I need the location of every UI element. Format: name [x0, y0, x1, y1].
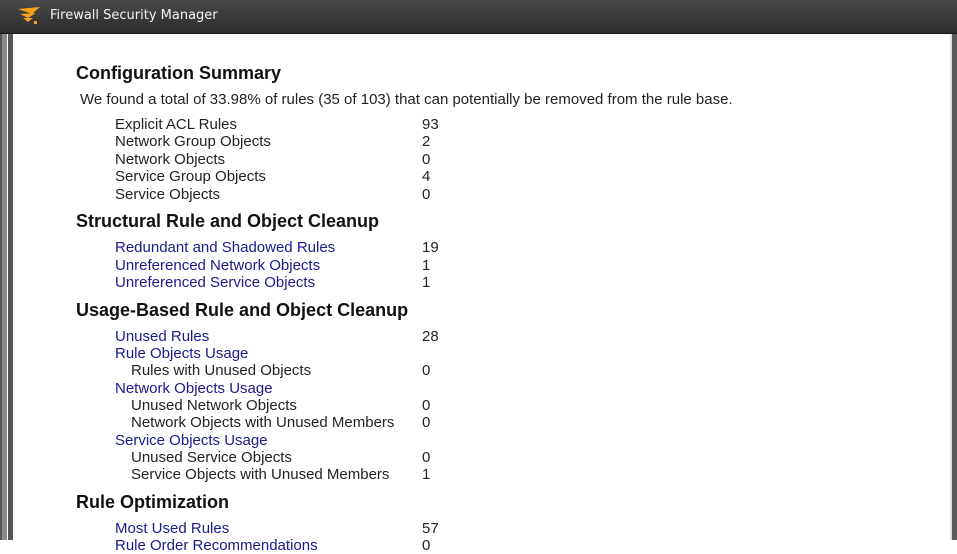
redundant-shadowed-rules-link[interactable]: Redundant and Shadowed Rules [115, 239, 335, 256]
structural-heading: Structural Rule and Object Cleanup [76, 211, 380, 231]
summary-text: We found a total of 33.98% of rules (35 … [80, 91, 733, 108]
config-summary-heading: Configuration Summary [76, 63, 282, 83]
unreferenced-service-objects-link[interactable]: Unreferenced Service Objects [115, 274, 315, 291]
optimization-heading: Rule Optimization [76, 492, 229, 512]
unreferenced-network-objects-link[interactable]: Unreferenced Network Objects [115, 257, 320, 274]
usage-heading: Usage-Based Rule and Object Cleanup [76, 300, 409, 320]
network-objects-usage-link[interactable]: Network Objects Usage [115, 380, 273, 397]
right-scrollbar[interactable] [950, 34, 957, 540]
service-objects-usage-link[interactable]: Service Objects Usage [115, 432, 268, 449]
window-title: Firewall Security Manager [50, 8, 218, 23]
report-content: Configuration Summary We found a total o… [13, 34, 950, 554]
most-used-rules-link[interactable]: Most Used Rules [115, 520, 229, 537]
solarwinds-flare-icon [18, 7, 40, 24]
left-frame-border [0, 34, 13, 540]
unused-rules-link[interactable]: Unused Rules [115, 328, 209, 345]
rule-objects-usage-link[interactable]: Rule Objects Usage [115, 345, 248, 362]
title-bar: Firewall Security Manager [0, 0, 957, 34]
